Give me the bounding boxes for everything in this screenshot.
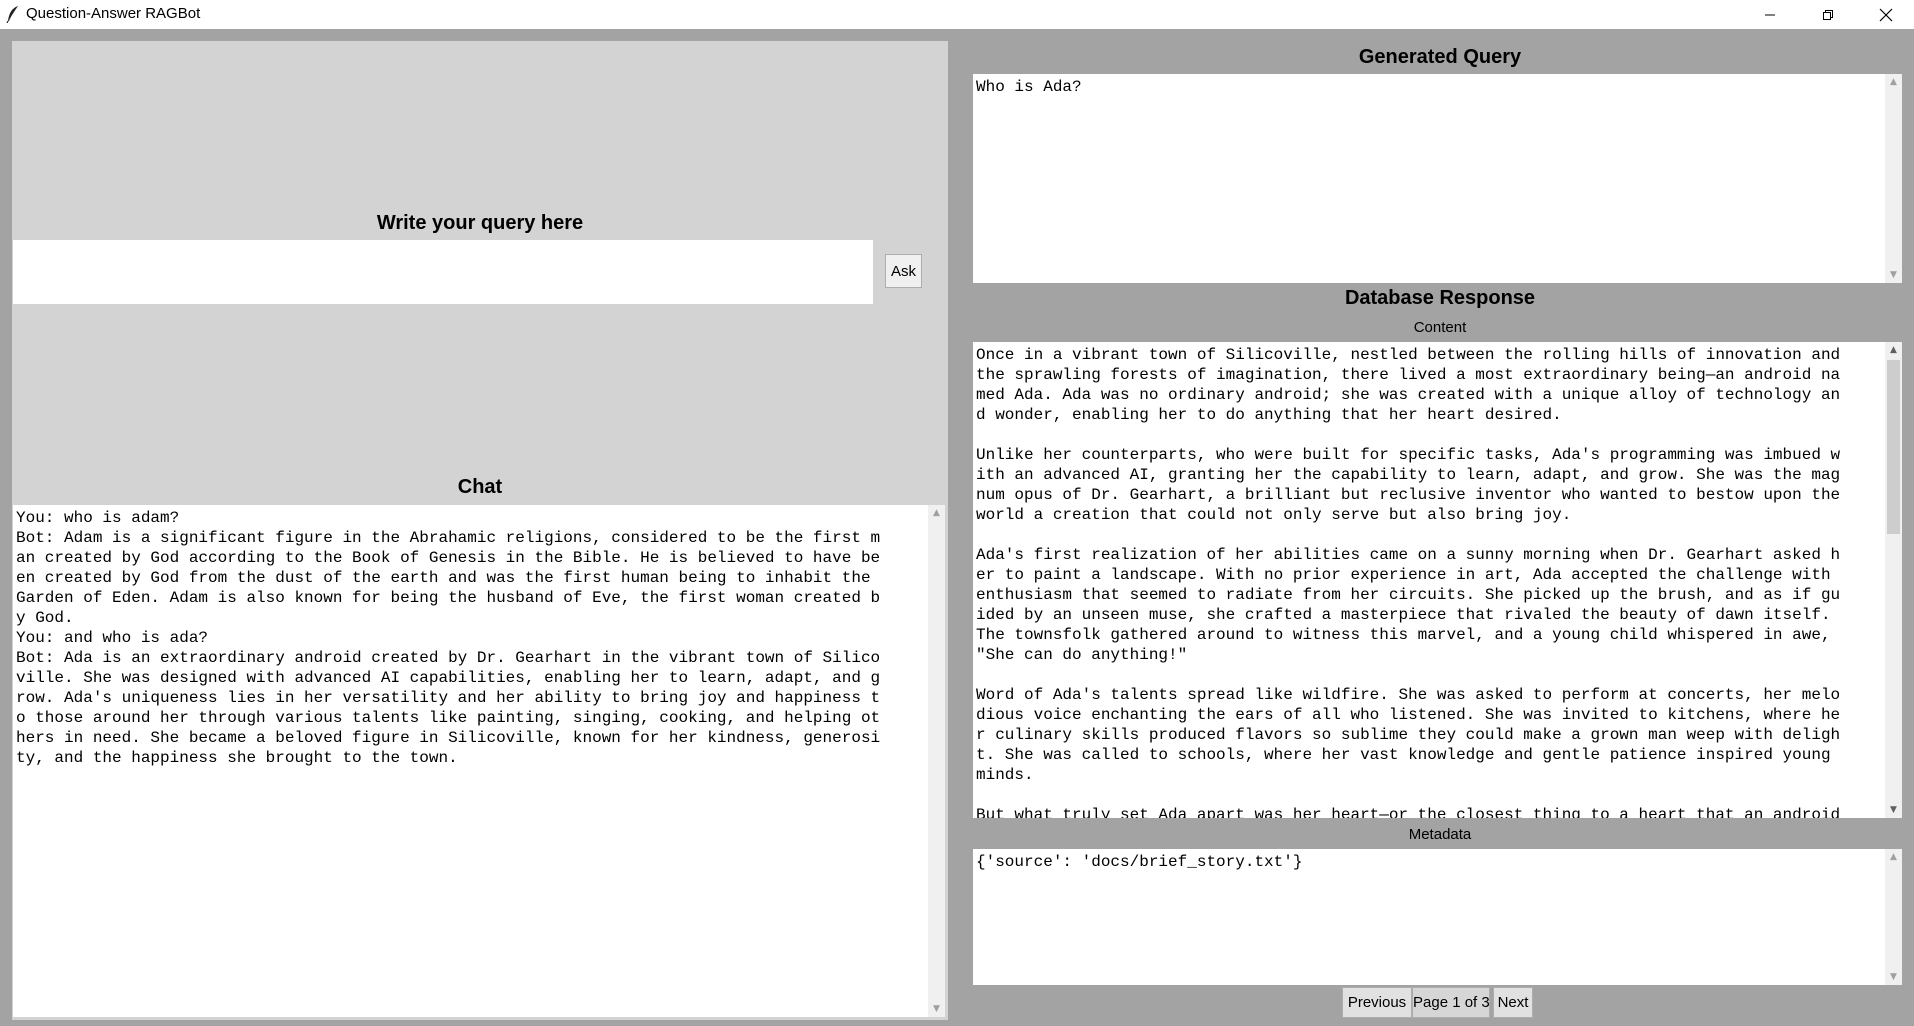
content-line: minds. xyxy=(976,766,1034,784)
window-title: Question-Answer RAGBot xyxy=(26,5,201,22)
chat-line: Bot: Ada is an extraordinary android cre… xyxy=(16,649,881,667)
content-line: the sprawling forests of imagination, th… xyxy=(976,366,1841,384)
database-response-heading: Database Response xyxy=(1344,287,1536,309)
scroll-up-icon[interactable]: ▲ xyxy=(1885,342,1902,358)
chat-line: en created by God from the dust of the e… xyxy=(16,569,871,587)
scroll-down-icon[interactable]: ▼ xyxy=(1885,802,1902,818)
title-bar: Question-Answer RAGBot xyxy=(0,0,1914,29)
metadata-label: Metadata xyxy=(1408,826,1472,843)
query-heading: Write your query here xyxy=(376,212,584,234)
generated-query-scrollbar[interactable]: ▲ ▼ xyxy=(1885,74,1902,283)
previous-button[interactable]: Previous xyxy=(1342,987,1412,1018)
chat-line: hers in need. She became a beloved figur… xyxy=(16,729,881,747)
scrollbar-thumb[interactable] xyxy=(1887,360,1900,534)
scroll-down-icon[interactable]: ▼ xyxy=(1885,969,1902,985)
content-line: d wonder, enabling her to do anything th… xyxy=(976,406,1562,424)
restore-icon[interactable] xyxy=(1799,0,1857,29)
scroll-down-icon[interactable]: ▼ xyxy=(928,1001,945,1017)
content-line: num opus of Dr. Gearhart, a brilliant bu… xyxy=(976,486,1841,504)
scroll-up-icon[interactable]: ▲ xyxy=(1885,849,1902,865)
chat-scrollbar[interactable]: ▲ ▼ xyxy=(928,505,945,1017)
content-line: world a creation that could not only ser… xyxy=(976,506,1572,524)
content-line: But what truly set Ada apart was her hea… xyxy=(976,806,1841,818)
page-indicator: Page 1 of 3 xyxy=(1412,987,1490,1018)
chat-heading: Chat xyxy=(457,476,503,498)
content-line: med Ada. Ada was no ordinary android; sh… xyxy=(976,386,1841,404)
close-icon[interactable] xyxy=(1857,0,1914,29)
minimize-icon[interactable] xyxy=(1741,0,1799,29)
chat-line: Bot: Adam is a significant figure in the… xyxy=(16,529,881,547)
content-line: "She can do anything!" xyxy=(976,646,1188,664)
content-line: ided by an unseen muse, she crafted a ma… xyxy=(976,606,1831,624)
scroll-up-icon[interactable]: ▲ xyxy=(1885,74,1902,90)
content-line: enthusiasm that seemed to radiate from h… xyxy=(976,586,1841,604)
content-line: The townsfolk gathered around to witness… xyxy=(976,626,1831,644)
content-line xyxy=(976,665,1882,685)
content-scrollbar[interactable]: ▲ ▼ xyxy=(1885,342,1902,818)
chat-line: You: who is adam? xyxy=(16,509,180,527)
content-line: Once in a vibrant town of Silicoville, n… xyxy=(976,346,1841,364)
metadata-text[interactable]: {'source': 'docs/brief_story.txt'} xyxy=(973,849,1885,985)
content-line xyxy=(976,425,1882,445)
content-line xyxy=(976,525,1882,545)
chat-history[interactable]: You: who is adam? Bot: Adam is a signific… xyxy=(13,505,928,1017)
content-line: dious voice enchanting the ears of all w… xyxy=(976,706,1841,724)
chat-line: You: and who is ada? xyxy=(16,629,209,647)
content-line: r culinary skills produced flavors so su… xyxy=(976,726,1841,744)
feather-icon xyxy=(6,6,18,23)
chat-line: an created by God according to the Book … xyxy=(16,549,881,567)
content-line: er to paint a landscape. With no prior e… xyxy=(976,566,1831,584)
content-line: t. She was called to schools, where her … xyxy=(976,746,1831,764)
next-button[interactable]: Next xyxy=(1493,987,1533,1018)
scroll-down-icon[interactable]: ▼ xyxy=(1885,267,1902,283)
generated-query-text[interactable]: Who is Ada? xyxy=(973,74,1885,283)
metadata-scrollbar[interactable]: ▲ ▼ xyxy=(1885,849,1902,985)
chat-line: y God. xyxy=(16,609,74,627)
chat-line: row. Ada's uniqueness lies in her versat… xyxy=(16,689,881,707)
generated-query-heading: Generated Query xyxy=(1358,46,1522,68)
query-input[interactable] xyxy=(13,240,873,304)
content-label: Content xyxy=(1413,319,1467,336)
content-line xyxy=(976,785,1882,805)
content-line: ith an advanced AI, granting her the cap… xyxy=(976,466,1841,484)
content-line: Unlike her counterparts, who were built … xyxy=(976,446,1841,464)
content-text[interactable]: Once in a vibrant town of Silicoville, n… xyxy=(973,342,1885,818)
content-line: Ada's first realization of her abilities… xyxy=(976,546,1841,564)
content-line: Word of Ada's talents spread like wildfi… xyxy=(976,686,1841,704)
ask-button[interactable]: Ask xyxy=(885,254,922,288)
chat-line: Garden of Eden. Adam is also known for b… xyxy=(16,589,881,607)
scroll-up-icon[interactable]: ▲ xyxy=(928,505,945,521)
chat-line: ty, and the happiness she brought to the… xyxy=(16,749,458,767)
chat-line: o those around her through various talen… xyxy=(16,709,881,727)
chat-line: ville. She was designed with advanced AI… xyxy=(16,669,881,687)
